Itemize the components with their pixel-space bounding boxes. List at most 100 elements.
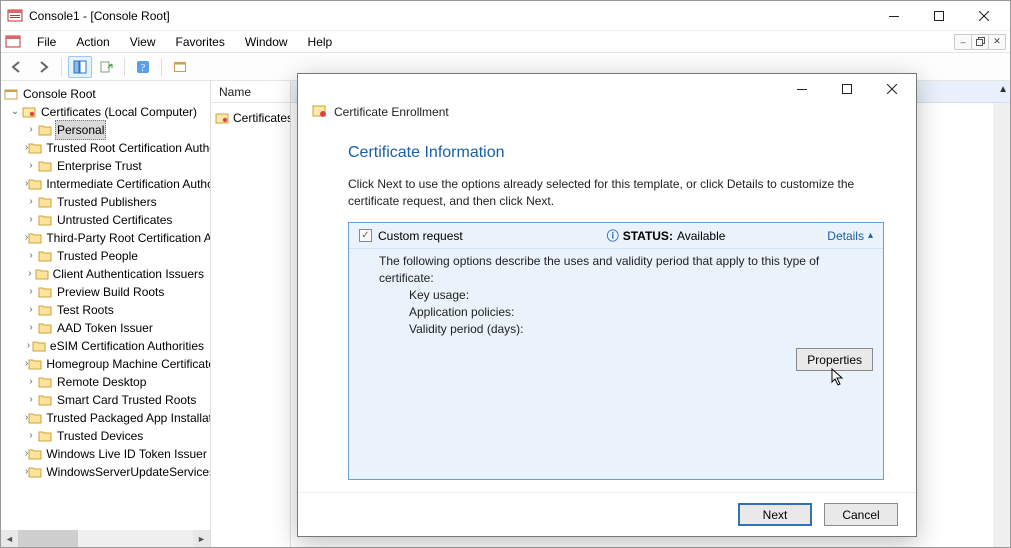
- main-titlebar: Console1 - [Console Root]: [1, 1, 1010, 31]
- scroll-right-arrow-icon[interactable]: ▶: [1000, 105, 1008, 116]
- folder-icon: [28, 410, 42, 426]
- tree-item[interactable]: › Trusted Publishers: [1, 193, 210, 211]
- tree-item[interactable]: ›Trusted Devices: [1, 427, 210, 445]
- details-application-policies: Application policies:: [379, 304, 873, 321]
- tree-item-label: Smart Card Trusted Roots: [55, 391, 198, 409]
- template-checkbox[interactable]: ✓: [359, 229, 372, 242]
- folder-icon: [37, 284, 53, 300]
- scroll-up-arrow-icon[interactable]: ▲: [998, 84, 1008, 95]
- mdi-close-button[interactable]: ✕: [988, 34, 1006, 50]
- forward-button[interactable]: [31, 56, 55, 78]
- cancel-button[interactable]: Cancel: [824, 503, 898, 526]
- tree-item[interactable]: › Test Roots: [1, 301, 210, 319]
- close-button[interactable]: [961, 1, 1006, 30]
- tree-item-label: Enterprise Trust: [55, 157, 144, 175]
- tree-item-label: Trusted Packaged App Installation Author…: [44, 409, 210, 427]
- help-button[interactable]: ?: [131, 56, 155, 78]
- status-value: Available: [677, 229, 725, 243]
- tree-item[interactable]: ›Remote Desktop: [1, 373, 210, 391]
- expand-toggle[interactable]: ›: [25, 319, 37, 337]
- mdi-minimize-button[interactable]: –: [954, 34, 972, 50]
- tree-item-label: Windows Live ID Token Issuer: [44, 445, 209, 463]
- menu-favorites[interactable]: Favorites: [168, 33, 233, 51]
- tree-item[interactable]: ›eSIM Certification Authorities: [1, 337, 210, 355]
- tree-item[interactable]: ›Untrusted Certificates: [1, 211, 210, 229]
- mmc-app-icon: [7, 8, 23, 24]
- tree-certs-node[interactable]: Certificates (Local Computer): [39, 103, 199, 121]
- folder-icon: [37, 212, 53, 228]
- tree-root[interactable]: Console Root: [21, 85, 98, 103]
- folder-icon: [37, 302, 53, 318]
- show-tree-button[interactable]: [68, 56, 92, 78]
- dialog-maximize-button[interactable]: [824, 75, 869, 104]
- tree-item[interactable]: ›Trusted People: [1, 247, 210, 265]
- mdi-window-controls: – ✕: [955, 34, 1006, 50]
- expand-toggle[interactable]: ›: [25, 121, 37, 139]
- scroll-thumb[interactable]: [18, 530, 78, 547]
- next-button[interactable]: Next: [738, 503, 812, 526]
- expand-toggle[interactable]: ›: [25, 265, 35, 283]
- expand-toggle[interactable]: ›: [25, 427, 37, 445]
- tree-item-label: Personal: [55, 120, 106, 140]
- folder-icon: [37, 392, 53, 408]
- expand-toggle[interactable]: ›: [25, 157, 37, 175]
- menu-action[interactable]: Action: [68, 33, 117, 51]
- dialog-minimize-button[interactable]: [779, 75, 824, 104]
- folder-icon: [35, 266, 49, 282]
- expand-toggle[interactable]: ›: [25, 301, 37, 319]
- tree-horizontal-scrollbar[interactable]: ◄ ►: [1, 530, 210, 547]
- tree-item[interactable]: ›Trusted Root Certification Authorities: [1, 139, 210, 157]
- dialog-titlebar[interactable]: [298, 74, 916, 104]
- expand-toggle[interactable]: ›: [25, 283, 37, 301]
- menu-window[interactable]: Window: [237, 33, 296, 51]
- tree-item[interactable]: ›WindowsServerUpdateServices: [1, 463, 210, 481]
- tree-item-label: Test Roots: [55, 301, 116, 319]
- menu-file[interactable]: File: [29, 33, 64, 51]
- mmc-doc-icon: [5, 34, 21, 50]
- minimize-button[interactable]: [871, 1, 916, 30]
- tree-item[interactable]: ›Preview Build Roots: [1, 283, 210, 301]
- new-window-button[interactable]: [168, 56, 192, 78]
- details-toggle[interactable]: Details ▴: [827, 229, 873, 243]
- tree-item[interactable]: › Smart Card Trusted Roots: [1, 391, 210, 409]
- list-item[interactable]: Certificates: [215, 109, 286, 127]
- tree-item[interactable]: ›Homegroup Machine Certificates: [1, 355, 210, 373]
- scroll-left-arrow[interactable]: ◄: [1, 530, 18, 547]
- expand-toggle[interactable]: ›: [25, 391, 37, 409]
- menu-view[interactable]: View: [122, 33, 164, 51]
- list-column-header[interactable]: Name: [211, 81, 290, 103]
- mdi-restore-button[interactable]: [971, 34, 989, 50]
- back-button[interactable]: [5, 56, 29, 78]
- tree-item[interactable]: ›Windows Live ID Token Issuer: [1, 445, 210, 463]
- status-label: STATUS:: [623, 229, 673, 243]
- tree-item[interactable]: ›AAD Token Issuer: [1, 319, 210, 337]
- maximize-button[interactable]: [916, 1, 961, 30]
- tree-item[interactable]: ›Third-Party Root Certification Authorit…: [1, 229, 210, 247]
- expand-toggle[interactable]: ⌄: [9, 103, 21, 121]
- tree-item-label: Intermediate Certification Authorities: [44, 175, 210, 193]
- expand-toggle[interactable]: ›: [25, 211, 37, 229]
- tree-item-label: Homegroup Machine Certificates: [44, 355, 210, 373]
- console-tree[interactable]: Console Root ⌄ Certificates (Local Compu…: [1, 81, 210, 529]
- tree-item-label: Trusted Publishers: [55, 193, 159, 211]
- details-line-intro: The following options describe the uses …: [379, 253, 873, 287]
- tree-item[interactable]: › Enterprise Trust: [1, 157, 210, 175]
- folder-icon: [32, 338, 46, 354]
- tree-item[interactable]: ›Client Authentication Issuers: [1, 265, 210, 283]
- tree-item[interactable]: › Personal: [1, 121, 210, 139]
- properties-button[interactable]: Properties: [796, 348, 873, 371]
- tree-item[interactable]: ›Intermediate Certification Authorities: [1, 175, 210, 193]
- export-list-button[interactable]: [94, 56, 118, 78]
- menu-help[interactable]: Help: [300, 33, 341, 51]
- folder-icon: [37, 122, 53, 138]
- chevron-up-icon: ▴: [868, 230, 873, 241]
- dialog-close-button[interactable]: [869, 75, 914, 104]
- expand-toggle[interactable]: ›: [25, 247, 37, 265]
- expand-toggle[interactable]: ›: [25, 193, 37, 211]
- scroll-right-arrow[interactable]: ►: [193, 530, 210, 547]
- expand-toggle[interactable]: ›: [25, 337, 32, 355]
- folder-icon: [37, 194, 53, 210]
- template-row-custom-request[interactable]: ✓ Custom request ⓘ STATUS: Available Det…: [349, 223, 883, 249]
- tree-item[interactable]: ›Trusted Packaged App Installation Autho…: [1, 409, 210, 427]
- expand-toggle[interactable]: ›: [25, 373, 37, 391]
